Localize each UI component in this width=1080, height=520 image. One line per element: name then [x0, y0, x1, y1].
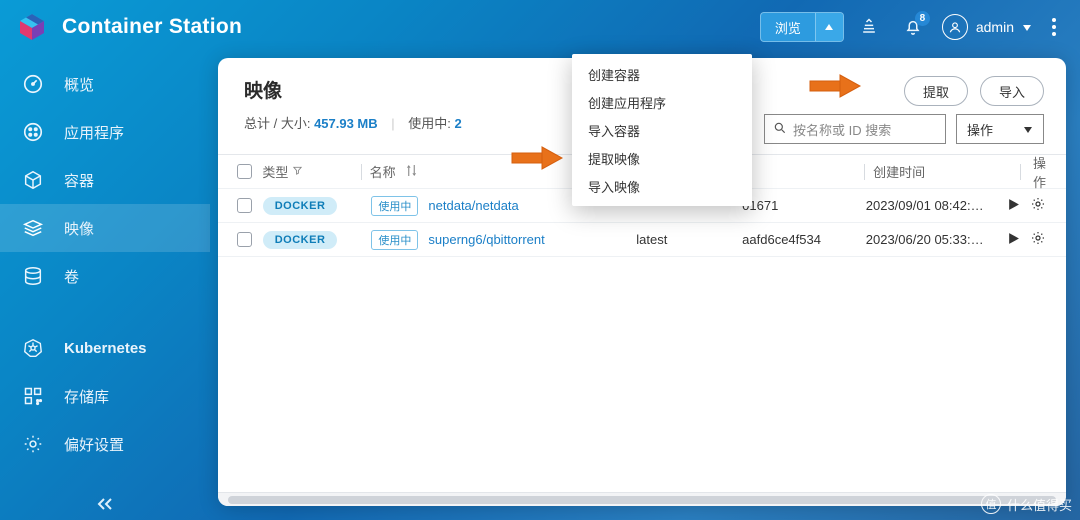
search-placeholder: 按名称或 ID 搜索	[793, 120, 891, 139]
notification-badge: 8	[915, 11, 930, 26]
app-logo	[14, 9, 50, 45]
engine-badge: DOCKER	[263, 197, 338, 215]
col-header-type[interactable]: 类型	[256, 162, 352, 181]
import-label: 导入	[999, 82, 1025, 101]
operations-dropdown[interactable]: 操作	[956, 114, 1044, 144]
user-name: admin	[976, 19, 1014, 35]
sidebar-item-label: 概览	[64, 74, 94, 95]
status-badge: 使用中	[371, 196, 418, 216]
sidebar: 概览 应用程序 容器 映像 卷 Kubernetes 存储库 偏好设置	[0, 54, 210, 520]
topbar: Container Station 浏览 8 admin	[0, 0, 1080, 54]
search-icon	[773, 121, 787, 138]
col-header-actions: 操作	[1029, 153, 1052, 191]
select-all-checkbox[interactable]	[232, 164, 256, 179]
sidebar-item-label: 存储库	[64, 386, 109, 407]
sidebar-item-label: 映像	[64, 218, 94, 239]
menu-item-create-application[interactable]: 创建应用程序	[572, 88, 752, 116]
kubernetes-icon	[20, 335, 46, 361]
sidebar-item-images[interactable]: 映像	[0, 204, 210, 252]
col-header-created[interactable]: 创建时间	[873, 162, 1012, 181]
sidebar-item-kubernetes[interactable]: Kubernetes	[0, 324, 210, 372]
sort-icon	[406, 164, 417, 180]
filter-icon	[292, 164, 303, 179]
row-checkbox[interactable]	[232, 232, 257, 247]
sidebar-item-label: 卷	[64, 266, 79, 287]
grid-icon	[20, 383, 46, 409]
sidebar-item-applications[interactable]: 应用程序	[0, 108, 210, 156]
user-menu[interactable]: admin	[942, 14, 1032, 40]
ops-label: 操作	[967, 120, 993, 139]
apps-icon	[20, 119, 46, 145]
sidebar-item-preferences[interactable]: 偏好设置	[0, 420, 210, 468]
sidebar-item-label: 应用程序	[64, 122, 124, 143]
sidebar-item-repositories[interactable]: 存储库	[0, 372, 210, 420]
gear-icon[interactable]	[1030, 196, 1046, 215]
annotation-arrow	[808, 72, 864, 100]
watermark-icon: 值	[981, 494, 1001, 514]
pull-button[interactable]: 提取	[904, 76, 968, 106]
horizontal-scrollbar[interactable]	[218, 492, 1066, 506]
stack-icon[interactable]	[850, 8, 888, 46]
sidebar-item-containers[interactable]: 容器	[0, 156, 210, 204]
annotation-arrow	[510, 144, 566, 172]
caret-down-icon	[1023, 122, 1033, 137]
cube-icon	[20, 167, 46, 193]
sidebar-item-label: 容器	[64, 170, 94, 191]
gear-icon[interactable]	[1030, 230, 1046, 249]
play-icon[interactable]	[1007, 232, 1020, 248]
bell-icon[interactable]: 8	[894, 8, 932, 46]
image-id: aafd6ce4f534	[742, 232, 866, 247]
gear-icon	[20, 431, 46, 457]
watermark: 值 什么值得买	[981, 494, 1072, 514]
browse-dropdown-button[interactable]: 浏览	[760, 12, 844, 42]
collapse-sidebar-button[interactable]	[0, 496, 210, 512]
avatar-icon	[942, 14, 968, 40]
image-tag: latest	[636, 232, 742, 247]
more-menu-button[interactable]	[1046, 12, 1062, 42]
menu-item-pull-image[interactable]: 提取映像	[572, 144, 752, 172]
created-at: 2023/09/01 08:42:…	[866, 198, 1007, 213]
search-input[interactable]: 按名称或 ID 搜索	[764, 114, 946, 144]
browse-dropdown-menu: 创建容器 创建应用程序 导入容器 提取映像 导入映像	[572, 54, 752, 206]
engine-badge: DOCKER	[263, 231, 338, 249]
created-at: 2023/06/20 05:33:…	[866, 232, 1007, 247]
chevron-down-icon	[1022, 19, 1032, 35]
menu-item-create-container[interactable]: 创建容器	[572, 60, 752, 88]
play-icon[interactable]	[1007, 198, 1020, 214]
image-id: 01671	[742, 198, 866, 213]
sidebar-item-volumes[interactable]: 卷	[0, 252, 210, 300]
menu-item-import-container[interactable]: 导入容器	[572, 116, 752, 144]
app-title: Container Station	[62, 15, 242, 39]
sidebar-item-label: 偏好设置	[64, 434, 124, 455]
layers-icon	[20, 215, 46, 241]
pull-label: 提取	[923, 82, 949, 101]
image-name[interactable]: netdata/netdata	[428, 198, 518, 213]
gauge-icon	[20, 71, 46, 97]
import-button[interactable]: 导入	[980, 76, 1044, 106]
menu-item-import-image[interactable]: 导入映像	[572, 172, 752, 200]
caret-up-icon	[815, 13, 843, 41]
browse-label: 浏览	[761, 18, 815, 37]
row-checkbox[interactable]	[232, 198, 257, 213]
status-badge: 使用中	[371, 230, 418, 250]
image-name[interactable]: superng6/qbittorrent	[428, 232, 544, 247]
sidebar-item-overview[interactable]: 概览	[0, 60, 210, 108]
table-row[interactable]: DOCKER 使用中 superng6/qbittorrent latestaafd6…	[218, 223, 1066, 257]
sidebar-item-label: Kubernetes	[64, 340, 147, 357]
database-icon	[20, 263, 46, 289]
